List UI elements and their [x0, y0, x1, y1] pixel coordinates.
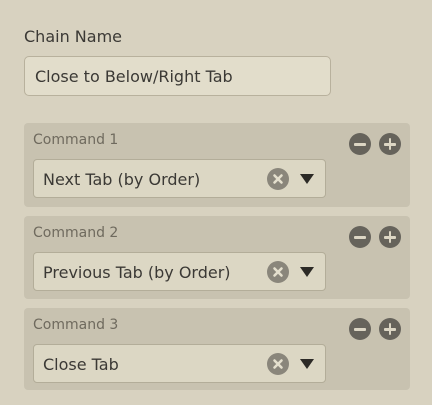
remove-command-button[interactable]	[349, 133, 371, 155]
dropdown-arrow-icon[interactable]	[300, 359, 314, 369]
command-label: Command 3	[33, 317, 119, 333]
minus-icon	[354, 236, 366, 239]
command-select-value: Close Tab	[43, 355, 119, 374]
command-label: Command 2	[33, 225, 119, 241]
minus-icon	[354, 143, 366, 146]
command-select[interactable]: Next Tab (by Order)	[33, 159, 326, 198]
add-command-button[interactable]	[379, 133, 401, 155]
command-panel-3: Command 3 Close Tab	[24, 308, 410, 390]
clear-icon[interactable]	[267, 168, 289, 190]
chain-editor: Chain Name Command 1 Next Tab (by Order)…	[0, 0, 432, 405]
command-label: Command 1	[33, 132, 119, 148]
chain-name-input[interactable]	[24, 56, 331, 96]
remove-command-button[interactable]	[349, 318, 371, 340]
add-command-button[interactable]	[379, 318, 401, 340]
dropdown-arrow-icon[interactable]	[300, 174, 314, 184]
command-panel-1: Command 1 Next Tab (by Order)	[24, 123, 410, 207]
command-select-value: Previous Tab (by Order)	[43, 263, 231, 282]
command-panel-2: Command 2 Previous Tab (by Order)	[24, 216, 410, 299]
command-select[interactable]: Previous Tab (by Order)	[33, 252, 326, 291]
command-select[interactable]: Close Tab	[33, 344, 326, 383]
remove-command-button[interactable]	[349, 226, 371, 248]
clear-icon[interactable]	[267, 261, 289, 283]
minus-icon	[354, 328, 366, 331]
dropdown-arrow-icon[interactable]	[300, 267, 314, 277]
clear-icon[interactable]	[267, 353, 289, 375]
chain-name-label: Chain Name	[24, 27, 122, 46]
add-command-button[interactable]	[379, 226, 401, 248]
command-select-value: Next Tab (by Order)	[43, 170, 201, 189]
